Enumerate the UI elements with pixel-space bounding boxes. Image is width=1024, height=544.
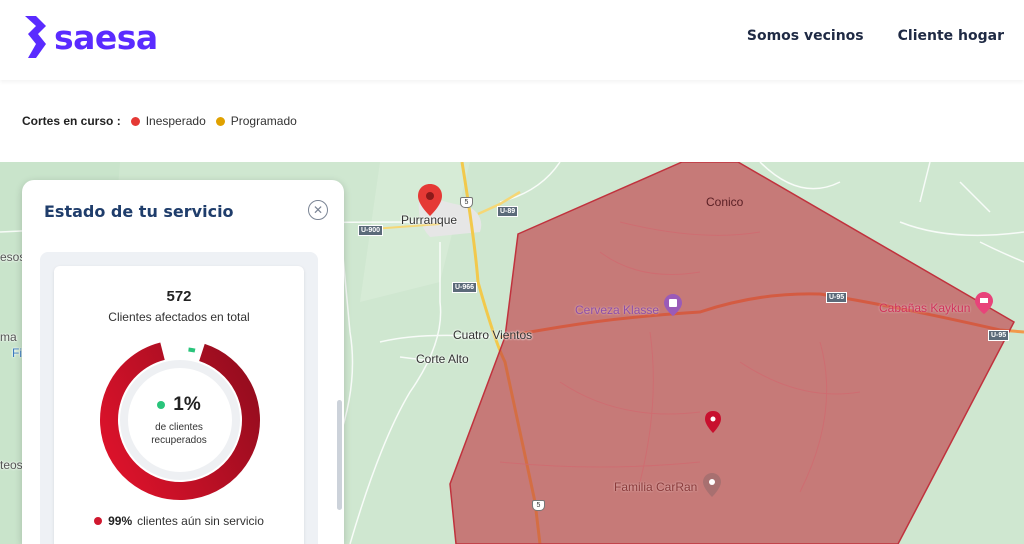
without-service-label: clientes aún sin servicio xyxy=(137,514,264,528)
green-dot-icon xyxy=(157,401,166,409)
recovered-label: de clientes recuperados xyxy=(54,421,304,447)
without-service-percentage: 99% xyxy=(108,514,133,528)
total-affected-label: Clientes afectados en total xyxy=(108,310,250,324)
purranque-location-pin-icon[interactable] xyxy=(418,184,442,216)
map-label-corte-alto: Corte Alto xyxy=(416,352,469,366)
map-label-cuatro-vientos: Cuatro Vientos xyxy=(453,328,533,342)
brand-name: saesa xyxy=(54,17,158,57)
recovered-percentage: 1% xyxy=(173,394,201,415)
recovered-percentage-row: 1% xyxy=(54,394,304,416)
brewery-poi-icon[interactable] xyxy=(664,294,682,316)
lodging-poi-icon[interactable] xyxy=(975,292,993,314)
orange-dot-icon xyxy=(215,116,225,126)
red-dot-icon xyxy=(94,517,103,525)
nav-somos-vecinos[interactable]: Somos vecinos xyxy=(747,28,864,44)
saesa-logo[interactable]: saesa xyxy=(22,14,158,60)
road-sign-u966: U-966 xyxy=(452,282,478,293)
poi-label-familia[interactable]: Familia CarRan xyxy=(614,480,697,494)
without-service-row: 99% clientes aún sin servicio xyxy=(54,514,304,528)
panel-content: 572 Clientes afectados en total 1% de cl… xyxy=(40,252,318,544)
logo-mark-icon xyxy=(25,16,46,58)
map-edge-fragment-3: Fi xyxy=(12,346,22,360)
legend-item-inesperado: Inesperado xyxy=(130,114,206,128)
map-edge-fragment-2: ma xyxy=(0,330,17,344)
legend-label-inesperado: Inesperado xyxy=(145,114,206,128)
donut-recovered-arc xyxy=(188,347,196,353)
status-card: 572 Clientes afectados en total 1% de cl… xyxy=(54,266,304,544)
map-edge-fragment-4: teos xyxy=(0,458,23,472)
outage-legend: Cortes en curso : Inesperado Programado xyxy=(22,114,307,128)
red-dot-icon xyxy=(130,116,140,126)
outage-marker-icon[interactable] xyxy=(705,411,721,433)
recovered-label-line-2: recuperados xyxy=(151,435,207,446)
legend-bar: Cortes en curso : Inesperado Programado xyxy=(0,80,1024,162)
main-nav: Somos vecinos Cliente hogar xyxy=(747,28,1004,44)
total-affected-count: 572 xyxy=(166,288,192,305)
route-5-sign-north: 5 xyxy=(460,197,473,208)
road-sign-u89: U-89 xyxy=(497,206,519,217)
panel-title: Estado de tu servicio xyxy=(44,202,234,221)
road-sign-u95-a: U-95 xyxy=(826,292,848,303)
service-status-panel: Estado de tu servicio ✕ 572 Clientes afe… xyxy=(22,180,344,544)
recovery-donut-chart xyxy=(100,340,260,500)
recovered-label-line-1: de clientes xyxy=(155,422,203,433)
place-poi-icon[interactable] xyxy=(703,473,721,497)
poi-label-cerveza[interactable]: Cerveza Klasse xyxy=(575,303,659,317)
map-label-conico: Conico xyxy=(706,195,744,209)
poi-label-cabanas[interactable]: Cabañas Kaykun xyxy=(879,301,970,315)
nav-cliente-hogar[interactable]: Cliente hogar xyxy=(898,28,1004,44)
legend-label-programado: Programado xyxy=(230,114,297,128)
legend-title: Cortes en curso : xyxy=(22,114,121,128)
close-icon[interactable]: ✕ xyxy=(308,200,328,220)
road-sign-u900: U-900 xyxy=(358,225,384,236)
route-5-sign-south: 5 xyxy=(532,500,545,511)
road-sign-u95-b: U-95 xyxy=(988,330,1010,341)
site-header: saesa Somos vecinos Cliente hogar xyxy=(0,0,1024,80)
legend-item-programado: Programado xyxy=(215,114,297,128)
panel-scrollbar[interactable] xyxy=(337,400,342,510)
